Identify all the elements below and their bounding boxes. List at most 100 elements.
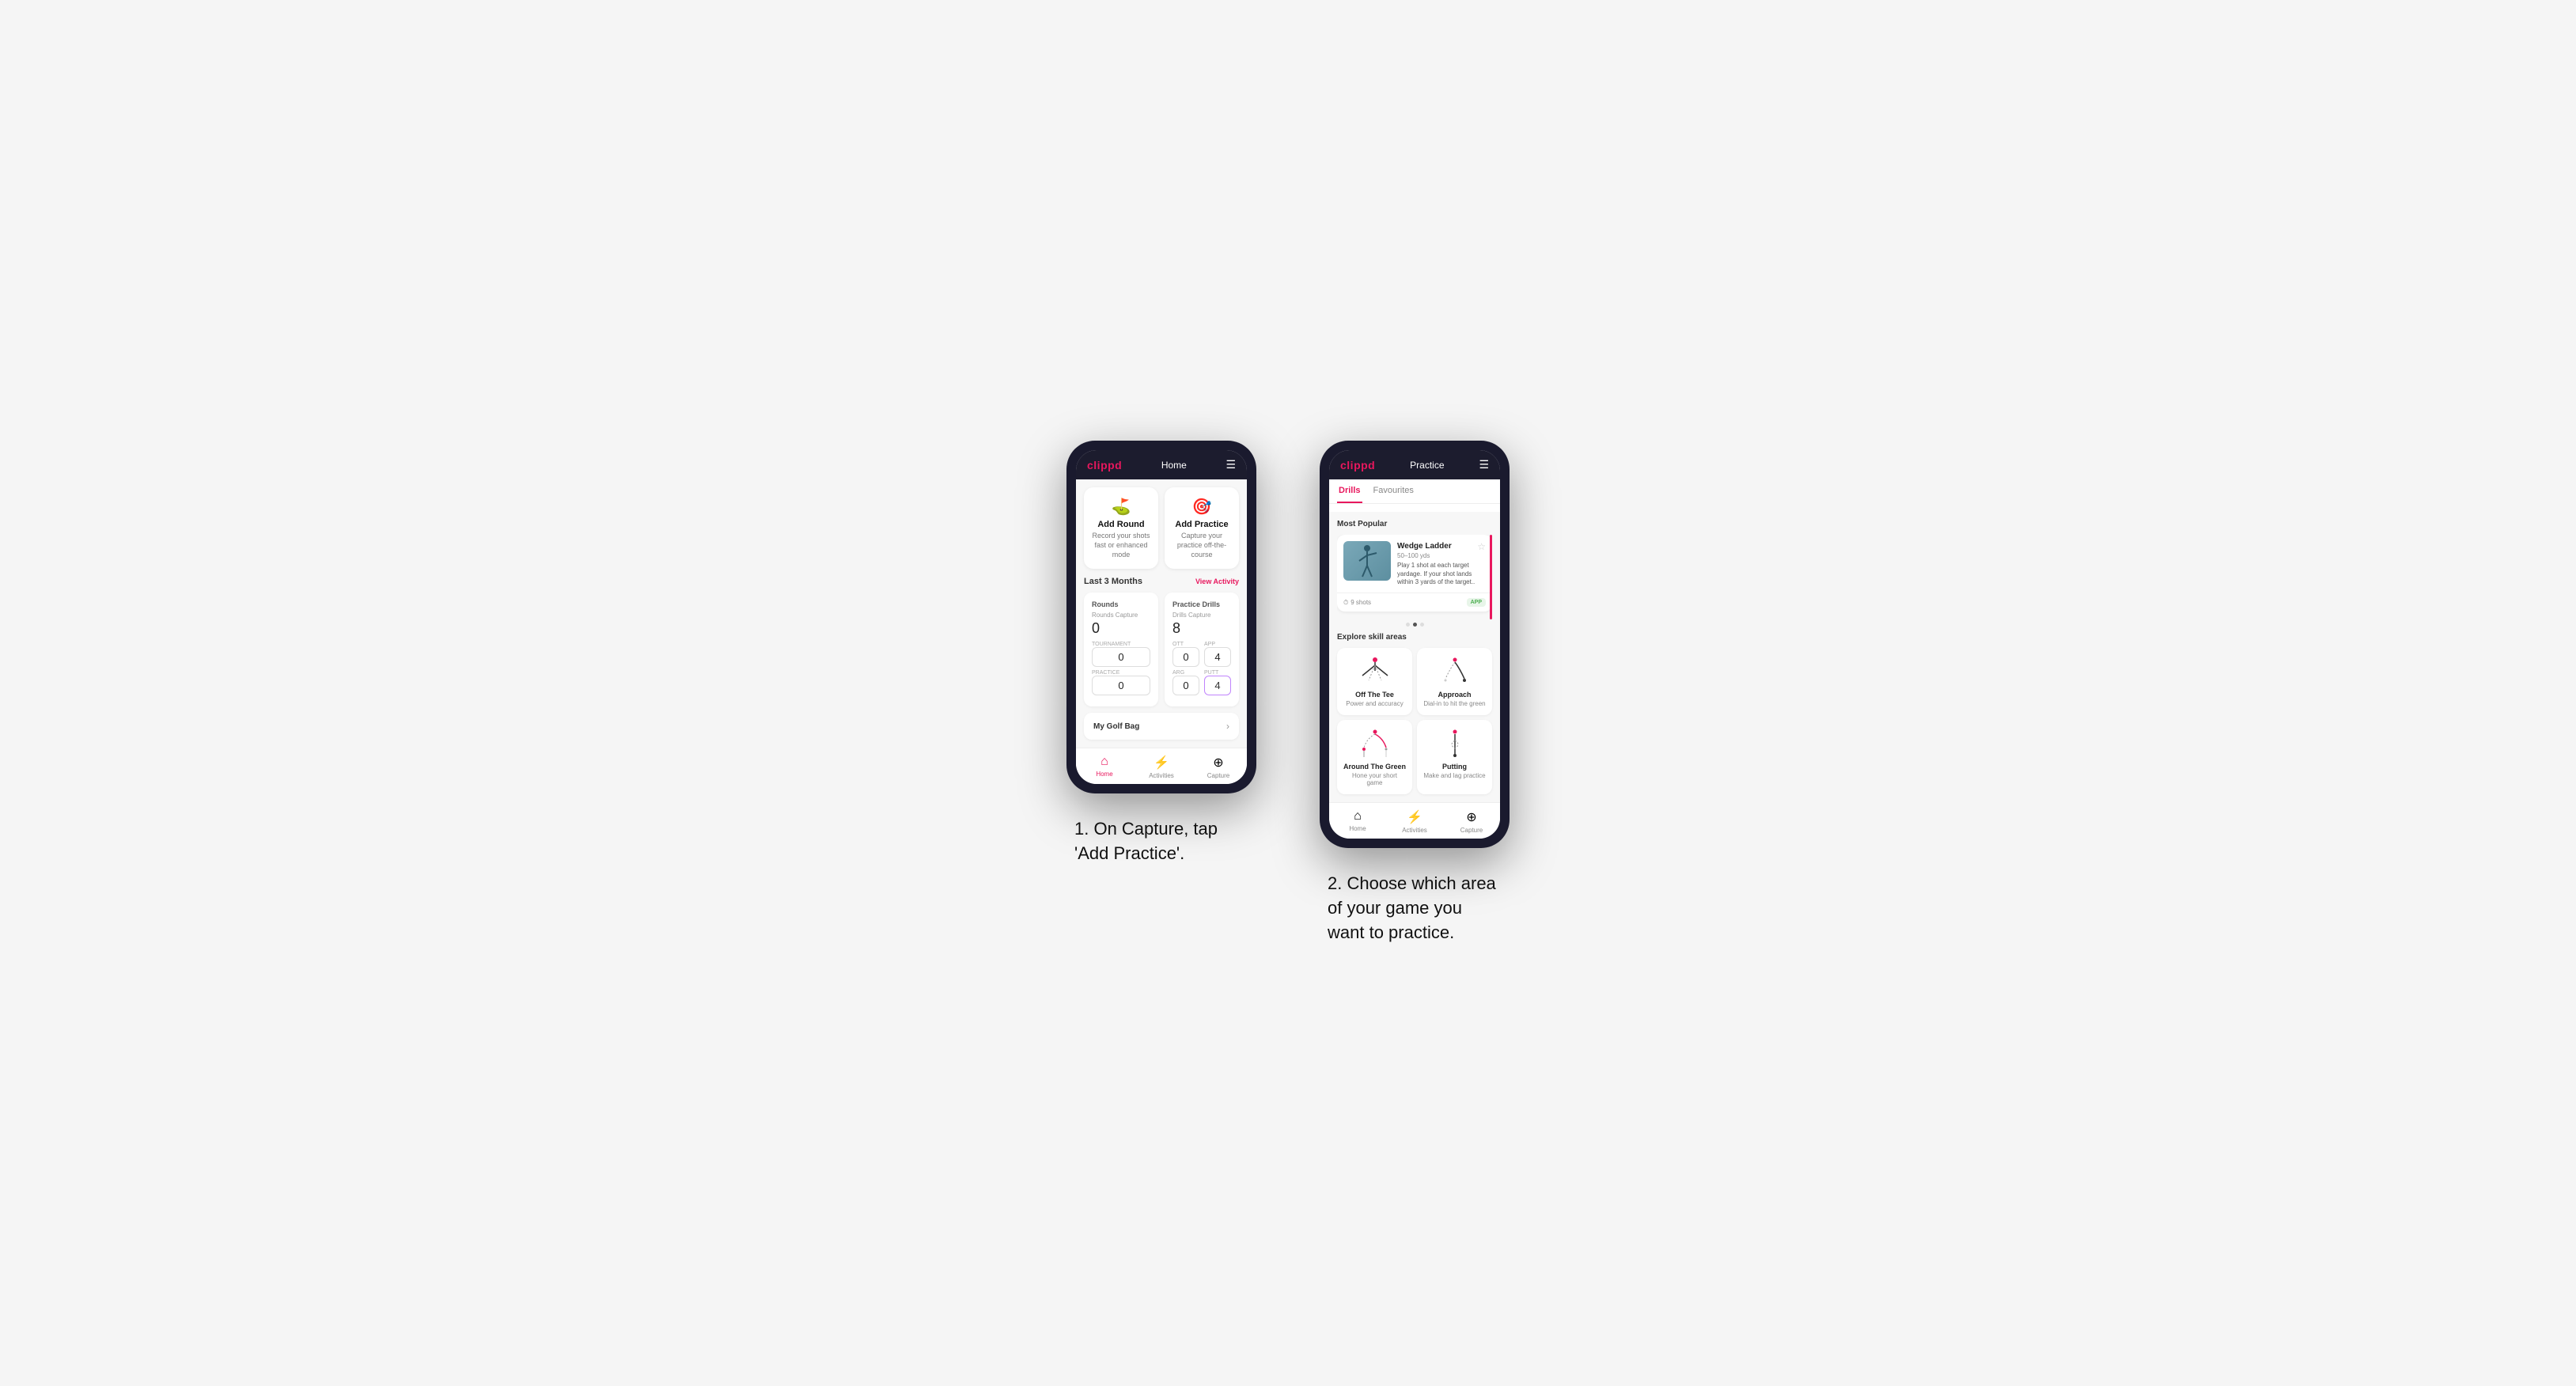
nav-home-2[interactable]: ⌂ Home [1329,803,1386,839]
putt-value: 4 [1204,676,1231,695]
vertical-bar [1490,535,1492,619]
ott-subtitle: Power and accuracy [1343,700,1406,707]
arg-label: ARG [1172,670,1199,676]
phone1-logo: clippd [1087,459,1122,471]
approach-subtitle: Dial-in to hit the green [1423,700,1486,707]
nav-activities-1[interactable]: ⚡ Activities [1133,748,1190,784]
skill-putting[interactable]: Putting Make and lag practice [1417,720,1492,794]
arg-stat: ARG 0 [1172,670,1199,695]
ott-label: OTT [1172,642,1199,647]
action-cards: ⛳ Add Round Record your shots fast or en… [1084,487,1239,569]
activities-nav-icon-2: ⚡ [1407,809,1422,825]
practice-drills-card: Practice Drills Drills Capture 8 OTT 0 [1165,593,1239,706]
golf-bag-label: My Golf Bag [1093,722,1139,731]
rounds-title: Rounds [1092,600,1150,608]
capture-nav-label-1: Capture [1207,772,1229,779]
drills-title: Practice Drills [1172,600,1231,608]
practice-value: 0 [1092,676,1150,695]
rounds-sub-row-1: Tournament 0 [1092,642,1150,667]
phone2-menu-icon[interactable]: ☰ [1479,458,1489,471]
drills-sub-stats: OTT 0 APP 4 [1172,642,1231,695]
skill-atg[interactable]: Around The Green Hone your short game [1337,720,1412,794]
phone2-caption: 2. Choose which area of your game you wa… [1328,872,1502,945]
rounds-value: 0 [1092,620,1150,637]
drills-capture-label: Drills Capture [1172,612,1231,619]
explore-label: Explore skill areas [1337,633,1492,642]
view-activity-link[interactable]: View Activity [1195,578,1239,585]
ott-stat: OTT 0 [1172,642,1199,667]
rounds-capture-label: Rounds Capture [1092,612,1150,619]
capture-nav-icon-2: ⊕ [1466,809,1476,825]
drills-value: 8 [1172,620,1231,637]
phone1-caption: 1. On Capture, tap 'Add Practice'. [1074,817,1248,866]
phone2-logo: clippd [1340,459,1375,471]
dot-3 [1420,623,1424,627]
tournament-value: 0 [1092,647,1150,667]
tournament-stat: Tournament 0 [1092,642,1150,667]
phone2-header-title: Practice [1410,460,1444,471]
phone2-section: clippd Practice ☰ Drills Favourites Most… [1320,441,1510,945]
most-popular-label: Most Popular [1337,520,1492,528]
phone1-menu-icon[interactable]: ☰ [1225,458,1236,471]
last-3-months-label: Last 3 Months [1084,577,1142,586]
practice-body: Most Popular [1329,512,1500,802]
add-round-card[interactable]: ⛳ Add Round Record your shots fast or en… [1084,487,1158,569]
atg-subtitle: Hone your short game [1343,772,1406,786]
golfer-silhouette [1343,541,1391,581]
tournament-label: Tournament [1092,642,1150,647]
page-container: clippd Home ☰ ⛳ Add Round Record your sh… [1066,441,1510,945]
home-nav-label-1: Home [1096,771,1112,778]
add-round-icon: ⛳ [1090,497,1152,517]
phone2-bottom-nav: ⌂ Home ⚡ Activities ⊕ Capture [1329,802,1500,839]
drills-sub-row-1: OTT 0 APP 4 [1172,642,1231,667]
activities-nav-label-2: Activities [1402,827,1427,834]
skill-off-the-tee[interactable]: Off The Tee Power and accuracy [1337,648,1412,715]
add-round-title: Add Round [1090,520,1152,529]
putting-icon-area [1423,728,1486,759]
stats-row: Rounds Rounds Capture 0 Tournament 0 [1084,593,1239,706]
add-practice-card[interactable]: 🎯 Add Practice Capture your practice off… [1165,487,1239,569]
golf-bag-row[interactable]: My Golf Bag › [1084,713,1239,740]
phone1-section: clippd Home ☰ ⛳ Add Round Record your sh… [1066,441,1256,866]
featured-title: Wedge Ladder [1397,542,1452,551]
featured-img [1343,541,1391,581]
nav-capture-1[interactable]: ⊕ Capture [1190,748,1247,784]
atg-title: Around The Green [1343,763,1406,771]
putt-label: PUTT [1204,670,1231,676]
skill-approach[interactable]: Approach Dial-in to hit the green [1417,648,1492,715]
phone1-header: clippd Home ☰ [1076,450,1247,479]
phone1-body: ⛳ Add Round Record your shots fast or en… [1076,479,1247,748]
putting-title: Putting [1423,763,1486,771]
featured-info: Wedge Ladder ☆ 50–100 yds Play 1 shot at… [1397,541,1486,586]
rounds-sub-stats: Tournament 0 Practice 0 [1092,642,1150,695]
approach-title: Approach [1423,691,1486,699]
add-practice-subtitle: Capture your practice off-the-course [1171,532,1233,559]
app-badge: APP [1467,598,1486,607]
tab-favourites[interactable]: Favourites [1372,479,1415,503]
nav-capture-2[interactable]: ⊕ Capture [1443,803,1500,839]
featured-desc: Play 1 shot at each target yardage. If y… [1397,562,1486,586]
approach-icon-area [1423,656,1486,687]
tab-drills[interactable]: Drills [1337,479,1362,503]
rounds-sub-row-2: Practice 0 [1092,670,1150,695]
practice-stat: Practice 0 [1092,670,1150,695]
rounds-card: Rounds Rounds Capture 0 Tournament 0 [1084,593,1158,706]
phone2-frame: clippd Practice ☰ Drills Favourites Most… [1320,441,1510,848]
capture-nav-label-2: Capture [1460,827,1483,834]
add-practice-icon: 🎯 [1171,497,1233,517]
add-practice-title: Add Practice [1171,520,1233,529]
featured-card[interactable]: Wedge Ladder ☆ 50–100 yds Play 1 shot at… [1337,535,1492,612]
featured-card-wrapper: Wedge Ladder ☆ 50–100 yds Play 1 shot at… [1337,535,1492,619]
dot-1 [1406,623,1410,627]
add-round-subtitle: Record your shots fast or enhanced mode [1090,532,1152,559]
home-nav-icon-1: ⌂ [1100,755,1108,769]
star-icon[interactable]: ☆ [1477,541,1486,552]
app-value: 4 [1204,647,1231,667]
app-stat: APP 4 [1204,642,1231,667]
nav-activities-2[interactable]: ⚡ Activities [1386,803,1443,839]
phone1-bottom-nav: ⌂ Home ⚡ Activities ⊕ Capture [1076,748,1247,784]
practice-label: Practice [1092,670,1150,676]
activities-nav-label-1: Activities [1149,772,1174,779]
nav-home-1[interactable]: ⌂ Home [1076,748,1133,784]
phone2-screen: clippd Practice ☰ Drills Favourites Most… [1329,450,1500,839]
